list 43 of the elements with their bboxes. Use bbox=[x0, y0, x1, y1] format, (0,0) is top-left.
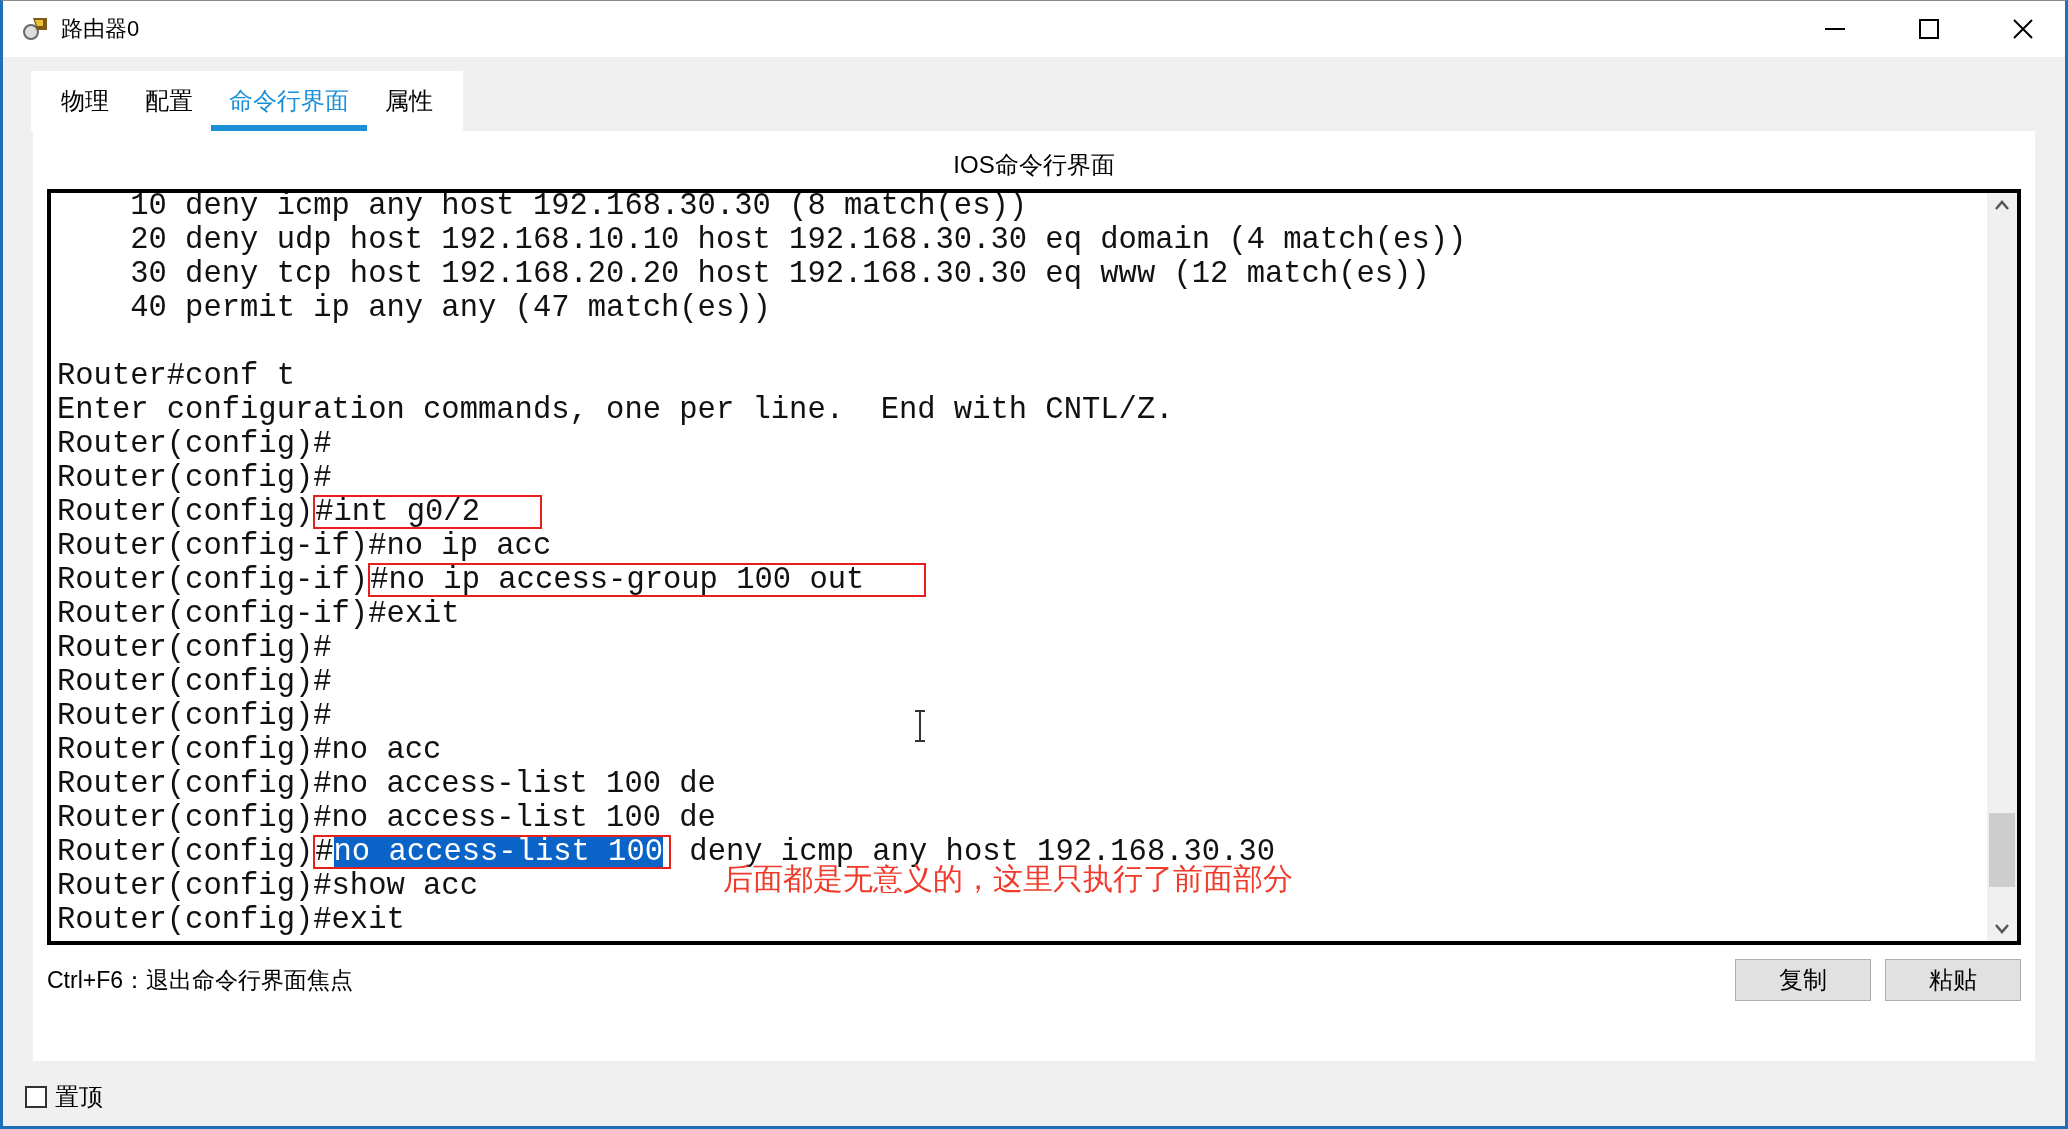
shortcut-hint: Ctrl+F6：退出命令行界面焦点 bbox=[47, 965, 355, 995]
terminal-text: Router(config)#no access-list 100 de bbox=[57, 767, 716, 801]
panel-title: IOS命令行界面 bbox=[952, 150, 1116, 180]
terminal-text: Router(config)# bbox=[57, 699, 332, 733]
terminal-text: 30 deny tcp host 192.168.20.20 host 192.168.30.30 eq www (12 match(es)) bbox=[129, 257, 1430, 291]
close-icon bbox=[2012, 18, 2034, 40]
text-cursor-icon bbox=[913, 710, 927, 742]
terminal[interactable] bbox=[47, 189, 2021, 945]
scrollbar-thumb[interactable] bbox=[1989, 813, 2015, 887]
terminal-text: Router(config)#exit bbox=[57, 903, 405, 937]
terminal-text: #no ip access-group 100 out bbox=[370, 565, 865, 595]
selected-text: no access-list 100 bbox=[333, 837, 664, 867]
tab[interactable]: 物理 bbox=[43, 71, 127, 131]
terminal-text: Router(config)# bbox=[57, 461, 332, 495]
terminal-text: Router(config)#no access-list 100 de bbox=[57, 801, 716, 835]
window-title: 路由器0 bbox=[61, 15, 141, 43]
terminal-text: Router(config-if)#exit bbox=[57, 597, 460, 631]
terminal-text: Router#conf t bbox=[57, 359, 295, 393]
terminal-text: 20 deny udp host 192.168.10.10 host 192.168.30.30 eq domain (4 match(es)) bbox=[129, 223, 1467, 257]
scroll-up-icon[interactable] bbox=[1994, 199, 2010, 211]
terminal-text: Router(config)# bbox=[57, 631, 332, 665]
action-button[interactable]: 复制 bbox=[1735, 959, 1871, 1001]
terminal-text: Router(config)#no acc bbox=[57, 733, 442, 767]
terminal-text: Router(config) bbox=[57, 835, 314, 869]
scroll-down-icon[interactable] bbox=[1994, 923, 2010, 935]
checkbox-label[interactable]: 置顶 bbox=[55, 1081, 103, 1113]
tab[interactable]: 属性 bbox=[367, 71, 451, 131]
maximize-icon bbox=[1918, 18, 1940, 40]
action-button[interactable]: 粘贴 bbox=[1885, 959, 2021, 1001]
terminal-text: Router(config-if) bbox=[57, 563, 369, 597]
terminal-text: # bbox=[315, 837, 334, 867]
tab[interactable]: 配置 bbox=[127, 71, 211, 131]
checkbox[interactable] bbox=[25, 1086, 47, 1108]
terminal-text: Router(config-if)#no ip acc bbox=[57, 529, 552, 563]
scrollbar[interactable] bbox=[1987, 193, 2017, 941]
terminal-text: Router(config)#show acc bbox=[57, 869, 478, 903]
terminal-text: Enter configuration commands, one per line. End with CNTL/Z. bbox=[57, 393, 1174, 427]
terminal-text: Router(config)# bbox=[57, 427, 332, 461]
terminal-text: Router(config) bbox=[57, 495, 314, 529]
terminal-text: #int g0/2 bbox=[315, 497, 480, 527]
terminal-text: Router(config)# bbox=[57, 665, 332, 699]
minimize-icon bbox=[1825, 28, 1845, 30]
terminal-text: 40 permit ip any any (47 match(es)) bbox=[129, 291, 771, 325]
